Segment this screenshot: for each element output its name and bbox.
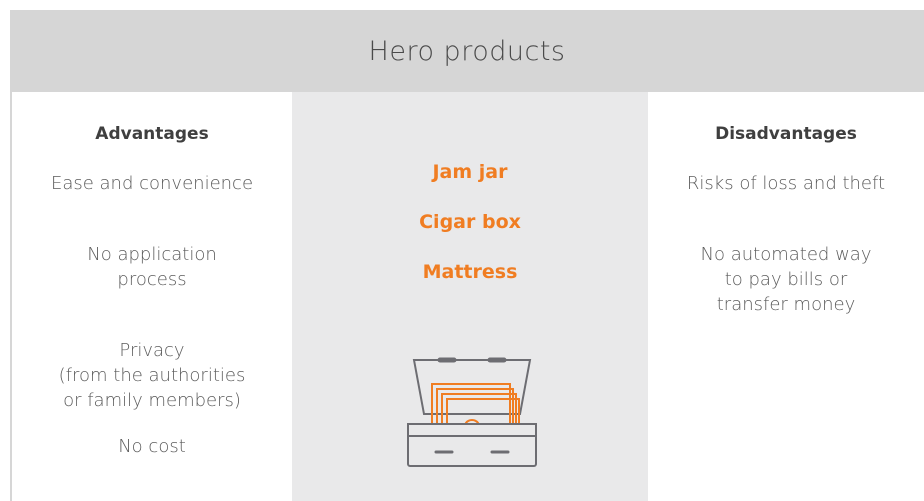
disadvantages-heading: Disadvantages: [715, 124, 857, 144]
advantages-heading: Advantages: [95, 124, 209, 144]
product-item: Cigar box: [419, 211, 521, 233]
advantage-item: No cost: [12, 434, 292, 459]
disadvantages-column: Disadvantages Risks of loss and theft No…: [648, 92, 924, 501]
advantages-column: Advantages Ease and convenience No appli…: [12, 92, 292, 501]
products-column: Jam jar Cigar box Mattress: [292, 92, 648, 501]
disadvantage-text: Risks of loss and theft: [686, 173, 886, 194]
disadvantage-item: Risks of loss and theft: [648, 171, 924, 196]
page-title: Hero products: [368, 35, 566, 67]
product-item: Mattress: [422, 261, 518, 283]
advantage-item: Ease and convenience: [12, 171, 292, 196]
header-bar: Hero products: [10, 10, 924, 92]
product-item: Jam jar: [432, 161, 508, 183]
advantage-item: Privacy (from the authorities or family …: [12, 313, 292, 413]
cash-box-icon: [407, 357, 537, 467]
disadvantage-text: No automated way to pay bills or transfe…: [700, 244, 872, 315]
advantage-text: No application process: [87, 244, 217, 290]
advantage-text: Ease and convenience: [50, 173, 254, 194]
advantage-text: No cost: [118, 436, 186, 457]
disadvantage-item: No automated way to pay bills or transfe…: [648, 217, 924, 317]
advantage-text: Privacy (from the authorities or family …: [58, 340, 246, 411]
advantage-item: No application process: [12, 217, 292, 292]
hero-products-diagram: Hero products Advantages Ease and conven…: [10, 10, 924, 501]
